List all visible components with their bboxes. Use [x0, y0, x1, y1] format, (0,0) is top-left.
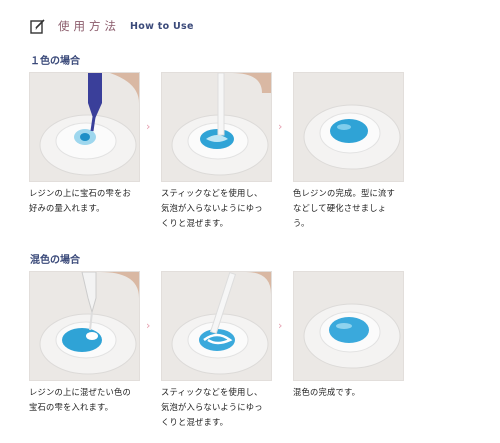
step-photo-1-2: [161, 72, 272, 182]
section-title-mixed-color: 混色の場合: [30, 255, 80, 266]
step-caption-2-1: レジンの上に混ぜたい色の 宝石の雫を入れます。: [29, 387, 131, 412]
step-photo-2-2: [161, 271, 272, 381]
step-arrow: ›: [146, 120, 151, 133]
step-photo-2-3: [293, 271, 404, 381]
step-arrow: ›: [278, 120, 283, 133]
step-caption-1-3: 色レジンの完成。型に流す などして硬化させましょ う。: [293, 188, 395, 228]
section-title-single-color: １色の場合: [30, 56, 80, 67]
step-caption-2-2: スティックなどを使用し、 気泡が入らないようにゆっ くりと混ぜます。: [161, 387, 263, 427]
step-caption-1-1: レジンの上に宝石の雫をお 好みの量入れます。: [29, 188, 131, 213]
edit-icon: [30, 19, 45, 34]
step-photo-1-1: [29, 72, 140, 182]
step-arrow: ›: [278, 319, 283, 332]
step-photo-2-1: [29, 271, 140, 381]
step-caption-2-3: 混色の完成です。: [293, 387, 361, 397]
page-title: 使用方法: [58, 19, 120, 33]
step-caption-1-2: スティックなどを使用し、 気泡が入らないようにゆっ くりと混ぜます。: [161, 188, 263, 228]
page-subtitle: How to Use: [130, 20, 194, 32]
page-header: 使用方法 How to Use: [30, 16, 194, 36]
step-arrow: ›: [146, 319, 151, 332]
step-photo-1-3: [293, 72, 404, 182]
